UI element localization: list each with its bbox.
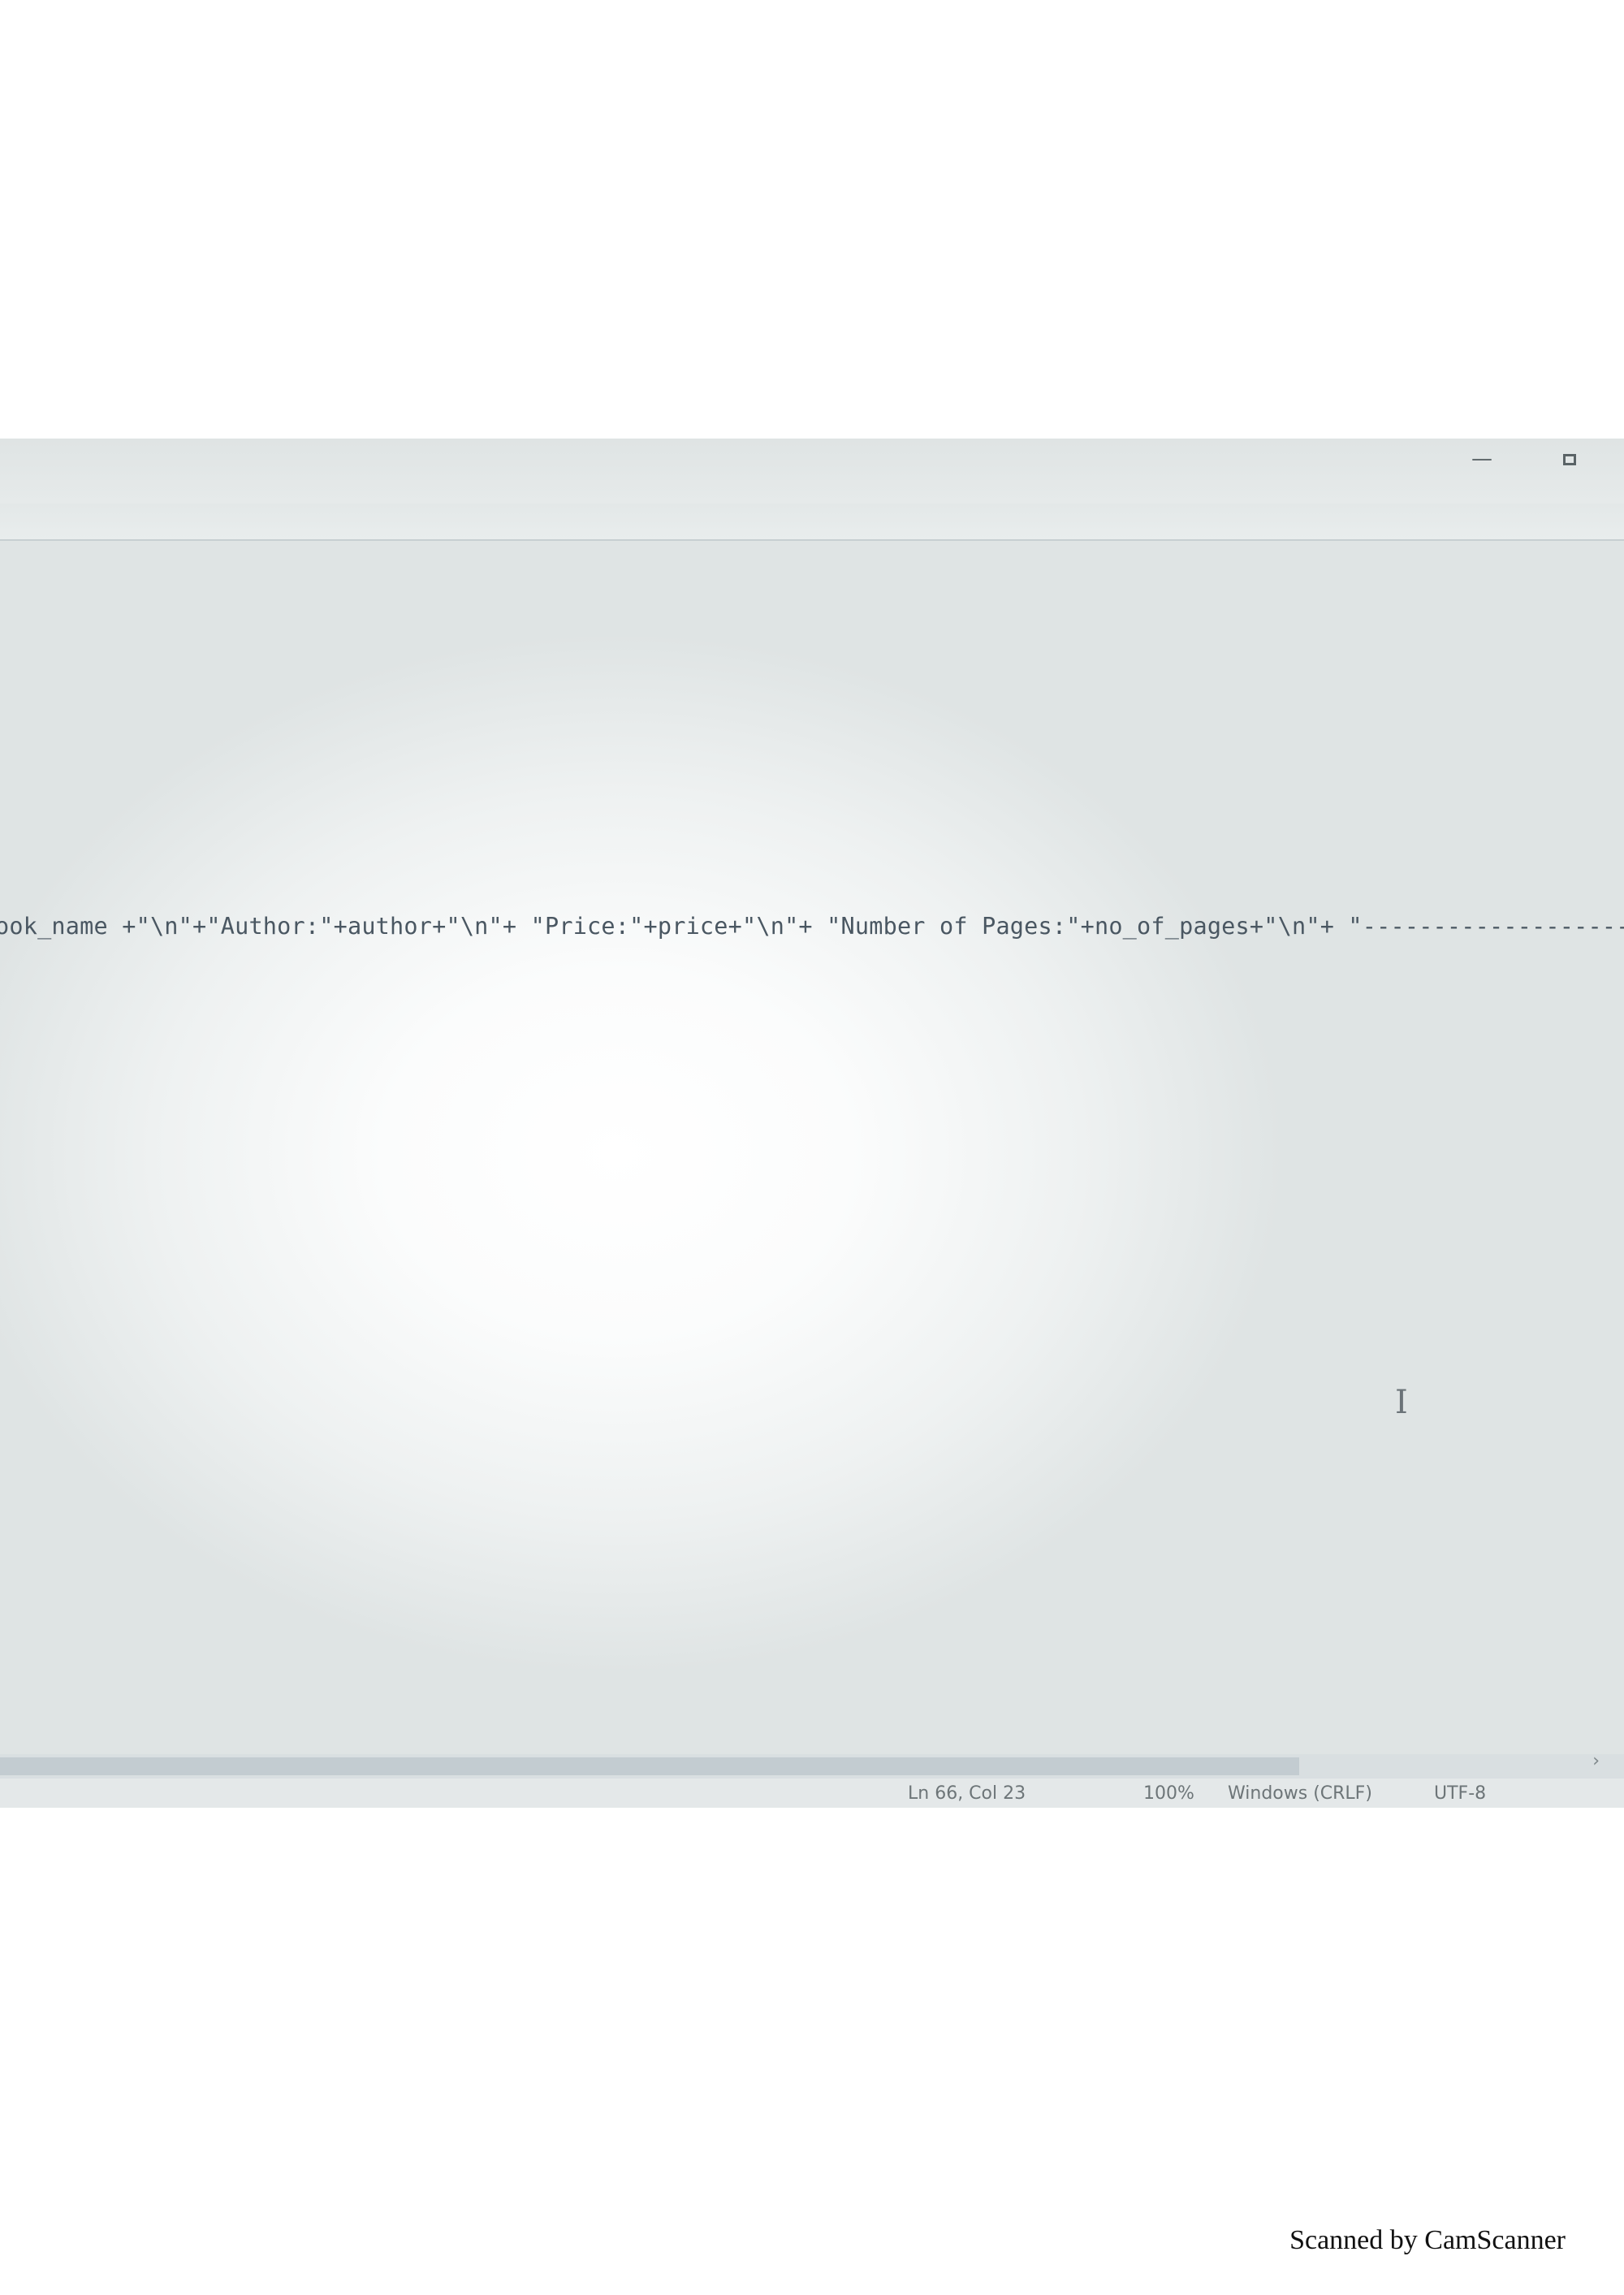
zoom-level: 100%: [1143, 1783, 1194, 1804]
text-cursor-icon: I: [1395, 1384, 1408, 1421]
horizontal-scrollbar[interactable]: ›: [0, 1751, 1624, 1779]
status-bar: Ln 66, Col 23 100% Windows (CRLF) UTF-8: [0, 1779, 1624, 1808]
minimize-icon[interactable]: —: [1468, 447, 1496, 471]
title-bar: —: [0, 439, 1624, 504]
maximize-icon[interactable]: [1556, 447, 1583, 471]
encoding: UTF-8: [1434, 1783, 1487, 1804]
line-ending: Windows (CRLF): [1228, 1783, 1372, 1804]
cursor-position: Ln 66, Col 23: [908, 1783, 1026, 1804]
scanned-page: — ook_name +"\n"+"Author:"+author+"\n"+ …: [0, 0, 1624, 2295]
scrollbar-thumb[interactable]: [0, 1757, 1299, 1775]
scroll-right-arrow-icon[interactable]: ›: [1592, 1751, 1600, 1771]
text-editor-area[interactable]: ook_name +"\n"+"Author:"+author+"\n"+ "P…: [0, 541, 1624, 1705]
editor-window: — ook_name +"\n"+"Author:"+author+"\n"+ …: [0, 439, 1624, 1808]
code-line: ook_name +"\n"+"Author:"+author+"\n"+ "P…: [0, 913, 1624, 940]
menu-bar: [0, 504, 1624, 541]
camscanner-watermark: Scanned by CamScanner: [1289, 2225, 1566, 2255]
